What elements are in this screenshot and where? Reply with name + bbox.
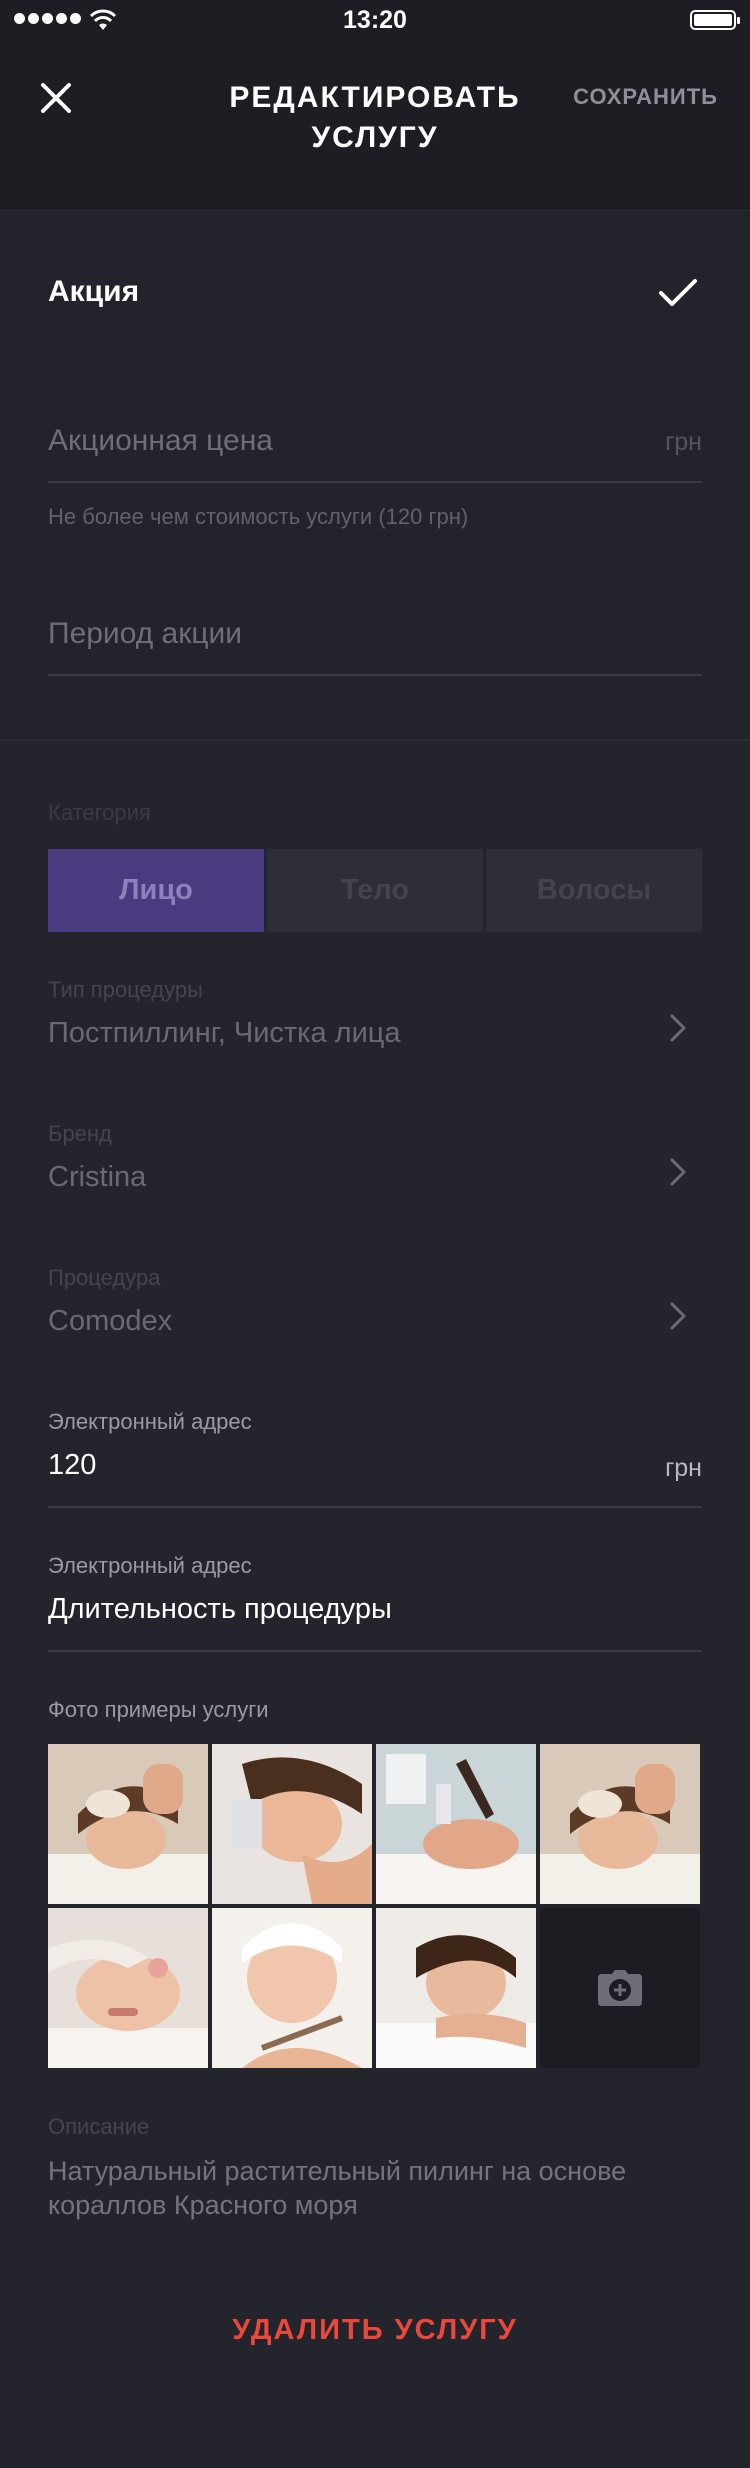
chevron-right-icon[interactable] [668,1013,688,1043]
duration-input[interactable]: Длительность процедуры [48,1593,392,1626]
procedure-value[interactable]: Comodex [48,1305,172,1338]
photo-grid [48,1744,702,2068]
procedure-type-label: Тип процедуры [48,977,203,1002]
chevron-right-icon[interactable] [668,1301,688,1331]
category-segmented-control: Лицо Тело Волосы [48,849,702,932]
description-label: Описание [48,2114,150,2139]
camera-plus-icon [598,1970,642,2006]
service-photo[interactable] [540,1744,700,1904]
add-photo-button[interactable] [540,1908,700,2068]
promo-toggle-label[interactable]: Акция [48,275,139,309]
promo-price-currency: грн [665,428,702,456]
save-button[interactable]: СОХРАНИТЬ [573,84,718,110]
promo-price-input[interactable]: Акционная цена [48,424,273,458]
description-text[interactable]: Натуральный растительный пилинг на основ… [48,2154,702,2222]
service-photo[interactable] [376,1744,536,1904]
divider [48,674,702,676]
service-photo[interactable] [376,1908,536,2068]
battery-icon [690,10,740,30]
divider [48,481,702,483]
category-option-hair[interactable]: Волосы [486,849,702,932]
page-title: РЕДАКТИРОВАТЬ УСЛУГУ [229,81,521,154]
status-time: 13:20 [343,6,407,34]
category-option-face[interactable]: Лицо [48,849,264,932]
procedure-type-value[interactable]: Постпиллинг, Чистка лица [48,1017,401,1050]
price-input[interactable]: 120 [48,1449,96,1482]
description-line: Натуральный растительный пилинг на основ… [48,2156,627,2186]
promo-section: Акция Акционная цена грн Не более чем ст… [0,211,750,741]
checkmark-icon[interactable] [658,277,698,309]
duration-field-label: Электронный адрес [48,1553,252,1578]
close-icon[interactable] [38,80,74,116]
category-label: Категория [48,800,151,825]
price-field-label: Электронный адрес [48,1409,252,1434]
status-bar: 13:20 [0,0,750,40]
promo-price-hint: Не более чем стоимость услуги (120 грн) [48,504,469,529]
promo-period-input[interactable]: Период акции [48,617,242,651]
service-photo[interactable] [48,1908,208,2068]
delete-service-button[interactable]: УДАЛИТЬ УСЛУГУ [0,2314,750,2347]
price-currency: грн [665,1454,702,1482]
photos-label: Фото примеры услуги [48,1697,269,1722]
brand-value[interactable]: Cristina [48,1161,146,1194]
divider [48,1650,702,1652]
service-photo[interactable] [212,1908,372,2068]
description-line: кораллов Красного моря [48,2190,358,2220]
category-option-body[interactable]: Тело [267,849,483,932]
procedure-label: Процедура [48,1265,161,1290]
service-photo[interactable] [48,1744,208,1904]
chevron-right-icon[interactable] [668,1157,688,1187]
brand-label: Бренд [48,1121,112,1146]
service-photo[interactable] [212,1744,372,1904]
divider [48,1506,702,1508]
nav-bar: РЕДАКТИРОВАТЬ УСЛУГУ СОХРАНИТЬ [0,40,750,211]
